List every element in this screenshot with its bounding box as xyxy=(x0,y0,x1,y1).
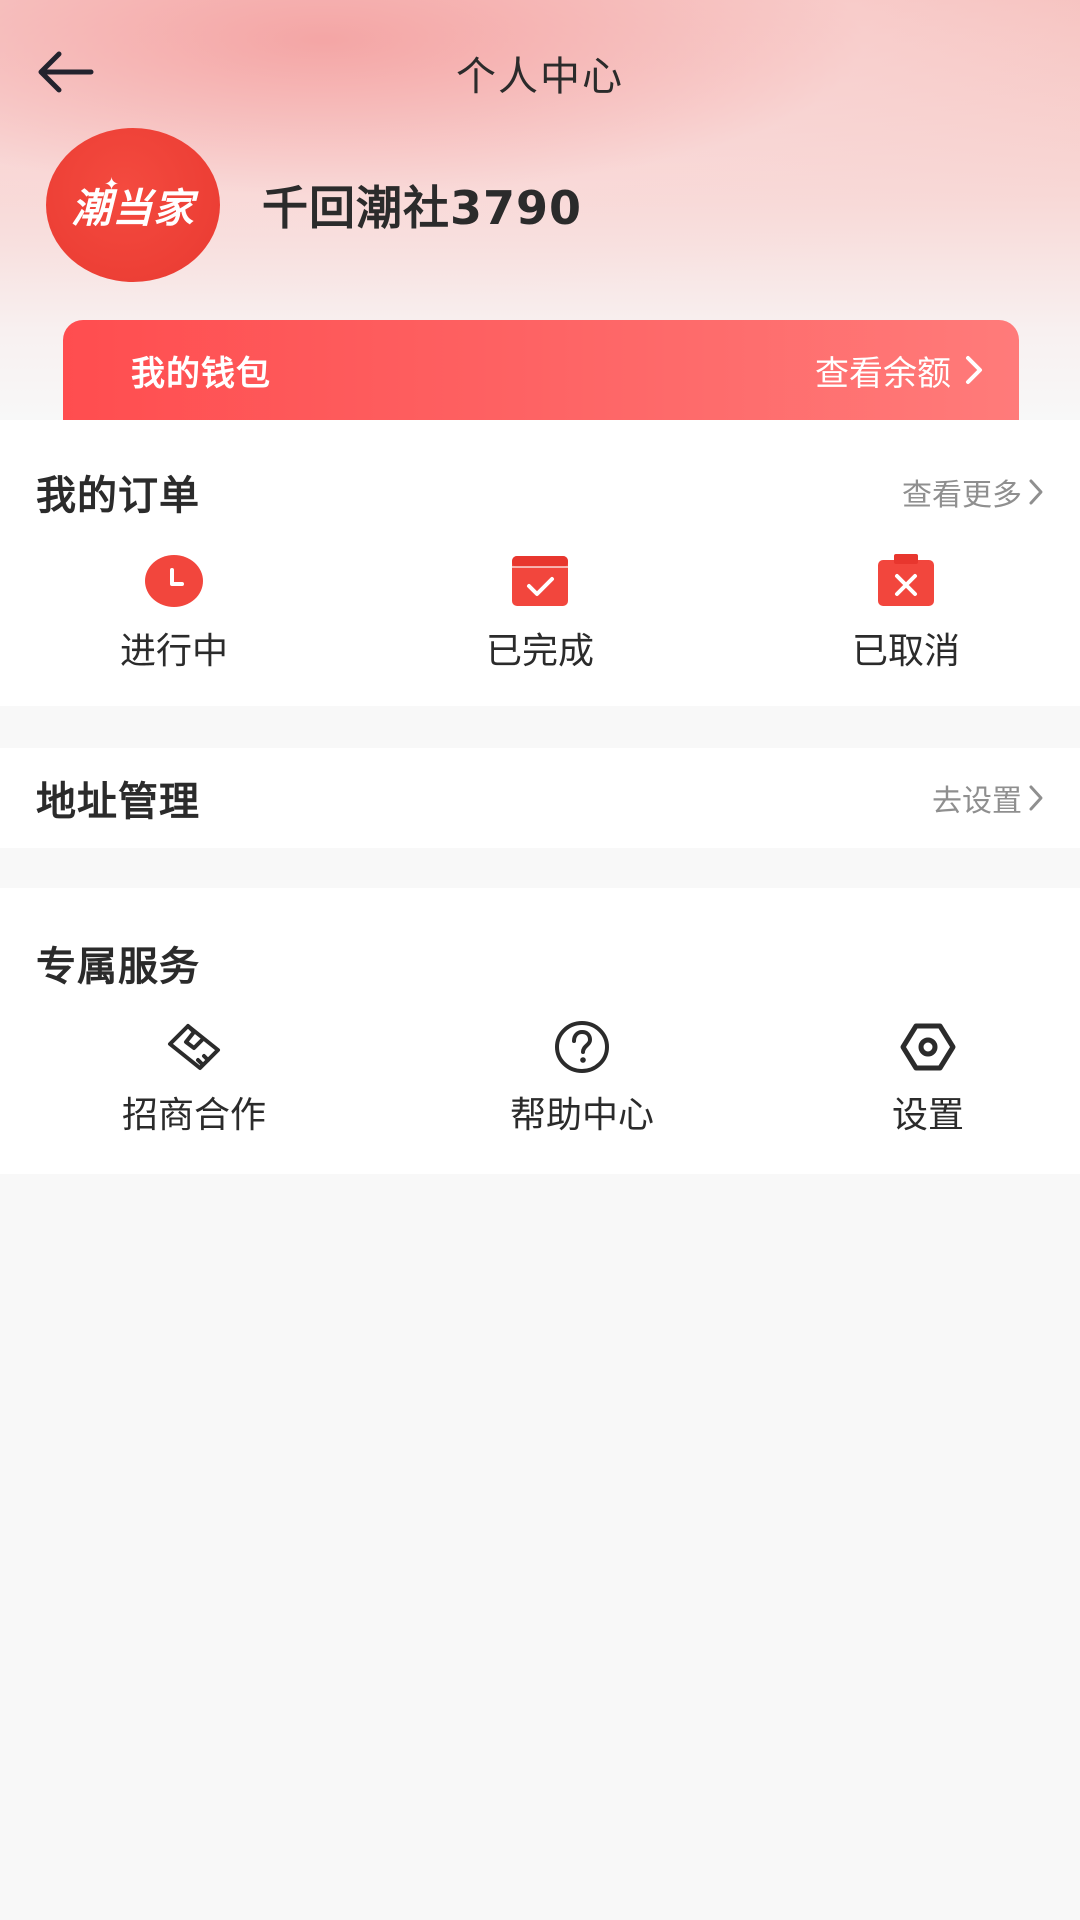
service-business-cooperation[interactable]: 招商合作 xyxy=(84,1020,304,1138)
order-status-cancelled[interactable]: 已取消 xyxy=(806,554,1006,674)
services-title: 专属服务 xyxy=(36,944,200,990)
view-more-label: 查看更多 xyxy=(902,478,1022,513)
order-status-row: 进行中 已完成 已取消 xyxy=(0,554,1080,706)
address-card[interactable]: 地址管理 去设置 xyxy=(0,748,1080,848)
order-status-label: 已取消 xyxy=(851,631,960,672)
view-balance-label: 查看余额 xyxy=(815,353,951,394)
page-title: 个人中心 xyxy=(456,54,624,100)
avatar-logo-text: 潮当家 xyxy=(71,186,195,232)
username: 千回潮社3790 xyxy=(262,181,583,235)
service-settings[interactable]: 设置 xyxy=(818,1020,1038,1138)
service-label: 帮助中心 xyxy=(509,1095,654,1136)
service-label: 设置 xyxy=(891,1095,964,1136)
wallet-banner[interactable]: 我的钱包 查看余额 xyxy=(63,320,1019,420)
nav-bar: 个人中心 xyxy=(0,20,1080,124)
go-settings-link[interactable]: 去设置 xyxy=(932,776,1044,820)
calendar-cancel-icon xyxy=(878,554,934,606)
profile-header: ✦ 潮当家 千回潮社3790 xyxy=(46,128,582,282)
go-settings-label: 去设置 xyxy=(932,784,1022,819)
order-status-label: 进行中 xyxy=(119,631,228,672)
handshake-icon xyxy=(168,1024,220,1070)
help-circle-icon xyxy=(555,1021,609,1073)
order-status-in-progress[interactable]: 进行中 xyxy=(74,554,274,674)
order-status-label: 已完成 xyxy=(485,631,594,672)
service-label: 招商合作 xyxy=(121,1095,266,1136)
order-status-completed[interactable]: 已完成 xyxy=(440,554,640,674)
wallet-title: 我的钱包 xyxy=(131,353,271,394)
clock-icon xyxy=(145,555,203,607)
view-balance-link[interactable]: 查看余额 xyxy=(815,346,983,395)
orders-card: 我的订单 查看更多 进行中 已完成 已取消 xyxy=(0,420,1080,706)
chevron-right-icon xyxy=(966,356,982,384)
chevron-right-icon xyxy=(1029,479,1043,505)
address-title: 地址管理 xyxy=(36,779,200,825)
services-card: 专属服务 招商合作 帮助中心 设置 xyxy=(0,888,1080,1174)
orders-header: 我的订单 查看更多 xyxy=(0,420,1080,554)
calendar-check-icon xyxy=(512,556,568,606)
orders-title: 我的订单 xyxy=(36,473,200,519)
service-help-center[interactable]: 帮助中心 xyxy=(472,1020,692,1138)
avatar[interactable]: ✦ 潮当家 xyxy=(46,128,220,282)
sparkle-icon: ✦ xyxy=(104,174,120,195)
address-header: 地址管理 去设置 xyxy=(0,748,1080,848)
services-row: 招商合作 帮助中心 设置 xyxy=(0,1020,1080,1172)
chevron-right-icon xyxy=(1029,785,1043,811)
services-header: 专属服务 xyxy=(0,888,1080,1020)
settings-hexagon-icon xyxy=(900,1023,956,1071)
view-more-link[interactable]: 查看更多 xyxy=(902,470,1044,514)
